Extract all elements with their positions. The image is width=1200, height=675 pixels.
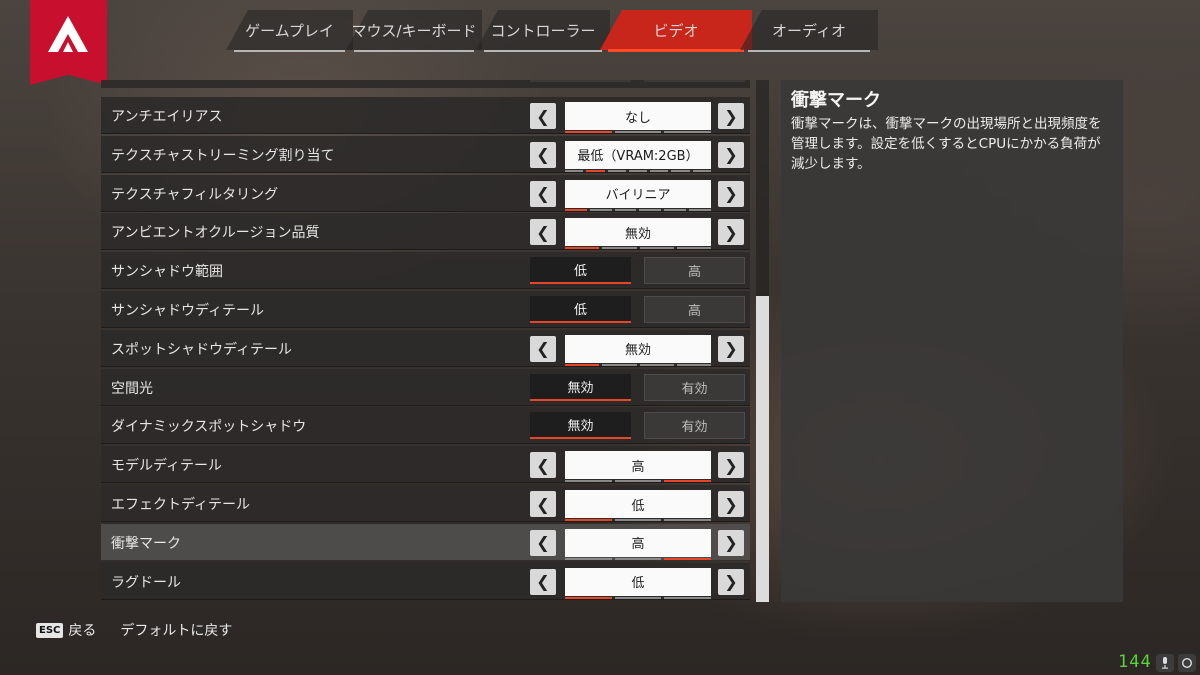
chevron-left-icon[interactable]: ❮ <box>530 491 556 517</box>
setting-row[interactable]: アンチエイリアス ❮ なし ❯ <box>101 97 750 134</box>
setting-row[interactable]: モデルディテール ❮ 高 ❯ <box>101 446 750 484</box>
chevron-right-icon[interactable]: ❯ <box>718 103 744 129</box>
setting-value: 高 <box>565 451 711 480</box>
level-indicator <box>565 519 712 521</box>
tab-audio[interactable]: オーディオ <box>740 10 878 52</box>
setting-value: 低 <box>565 490 711 518</box>
toggle-option[interactable]: 低 <box>530 257 631 285</box>
chevron-left-icon[interactable]: ❮ <box>530 141 556 168</box>
fps-counter: 144 <box>1118 652 1152 672</box>
chevron-left-icon[interactable]: ❮ <box>530 335 556 362</box>
tab-controller[interactable]: コントローラー <box>476 10 610 52</box>
level-indicator <box>565 169 711 172</box>
chevron-right-icon[interactable]: ❯ <box>718 219 744 246</box>
setting-value: 高 <box>565 528 711 557</box>
level-indicator <box>565 363 711 366</box>
chevron-left-icon[interactable]: ❮ <box>530 529 556 556</box>
toggle-option[interactable]: 低 <box>530 296 631 323</box>
setting-label: テクスチャフィルタリング <box>111 186 279 203</box>
settings-tabs: ゲームプレイ マウス/キーボード コントローラー ビデオ オーディオ <box>0 0 1200 52</box>
setting-label: テクスチャストリーミング割り当て <box>111 147 335 164</box>
chevron-right-icon[interactable]: ❯ <box>718 529 744 556</box>
level-indicator <box>565 480 712 483</box>
tab-gameplay[interactable]: ゲームプレイ <box>226 10 353 52</box>
chevron-left-icon[interactable]: ❮ <box>530 452 556 479</box>
setting-label: スポットシャドウディテール <box>111 341 293 358</box>
partially-hidden-row <box>101 80 750 88</box>
setting-label: モデルディテール <box>111 458 223 475</box>
description-title: 衝撃マーク <box>791 90 881 111</box>
scrollbar-thumb[interactable] <box>756 296 769 602</box>
footer-bar: ESC 戻る デフォルトに戻す <box>36 620 232 640</box>
toggle-option[interactable]: 高 <box>644 296 745 323</box>
setting-label: アンチエイリアス <box>111 109 223 125</box>
setting-row[interactable]: ラグドール ❮ 低 ❯ <box>101 562 750 600</box>
setting-value: 無効 <box>565 334 711 363</box>
setting-row[interactable]: 空間光 無効 有効 <box>101 368 750 406</box>
level-indicator <box>565 247 711 250</box>
chevron-right-icon[interactable]: ❯ <box>718 180 744 207</box>
setting-row[interactable]: サンシャドウディテール 低高 <box>101 291 750 328</box>
setting-description-panel: 衝撃マーク 衝撃マークは、衝撃マークの出現場所と出現頻度を管理します。設定を低く… <box>781 80 1123 602</box>
setting-value: 最低（VRAM:2GB） <box>565 140 711 169</box>
chevron-left-icon[interactable]: ❮ <box>530 180 556 207</box>
esc-key-icon: ESC <box>36 622 64 638</box>
setting-label: 衝撃マーク <box>111 535 181 552</box>
setting-value: 低 <box>565 567 711 596</box>
chevron-right-icon[interactable]: ❯ <box>718 491 744 517</box>
setting-value: なし <box>565 102 711 130</box>
chevron-right-icon[interactable]: ❯ <box>718 568 744 595</box>
setting-row[interactable]: テクスチャストリーミング割り当て ❮ 最低（VRAM:2GB） ❯ <box>101 135 750 173</box>
setting-label: エフェクトディテール <box>111 497 251 513</box>
setting-value: 無効 <box>565 218 711 247</box>
level-indicator <box>565 596 712 599</box>
video-settings-list: アンチエイリアス ❮ なし ❯ テクスチャストリーミング割り当て ❮ 最低（VRAM:2GB… <box>101 80 750 600</box>
setting-label: アンビエントオクルージョン品質 <box>111 225 320 242</box>
setting-row[interactable]: 衝撃マーク ❮ 高 ❯ <box>101 523 750 561</box>
setting-value: バイリニア <box>565 179 711 208</box>
refresh-icon <box>1178 654 1196 672</box>
restore-defaults-button[interactable]: デフォルトに戻す <box>120 620 232 640</box>
chevron-right-icon[interactable]: ❯ <box>718 452 744 479</box>
level-indicator <box>565 208 711 211</box>
chevron-left-icon[interactable]: ❮ <box>530 568 556 595</box>
level-indicator <box>565 131 712 133</box>
toggle-option[interactable]: 有効 <box>644 412 745 440</box>
level-indicator <box>565 557 712 560</box>
toggle-option[interactable]: 無効 <box>530 412 631 440</box>
description-text: 衝撃マークは、衝撃マークの出現場所と出現頻度を管理します。設定を低くするとCPU… <box>791 116 1102 172</box>
microphone-icon <box>1156 654 1174 672</box>
setting-row[interactable]: サンシャドウ範囲 低高 <box>101 252 750 290</box>
toggle-option[interactable]: 有効 <box>644 373 745 401</box>
setting-row[interactable]: スポットシャドウディテール ❮ 無効 ❯ <box>101 329 750 367</box>
tab-mouse-keyboard[interactable]: マウス/キーボード <box>346 10 482 52</box>
tab-video[interactable]: ビデオ <box>600 10 752 52</box>
setting-label: ラグドール <box>111 574 181 591</box>
setting-row[interactable]: テクスチャフィルタリング ❮ バイリニア ❯ <box>101 174 750 212</box>
setting-label: サンシャドウ範囲 <box>111 264 223 281</box>
chevron-left-icon[interactable]: ❮ <box>530 103 556 129</box>
setting-row[interactable]: ダイナミックスポットシャドウ 無効 有効 <box>101 407 750 445</box>
setting-label: 空間光 <box>111 380 153 397</box>
toggle-option[interactable]: 高 <box>644 257 745 285</box>
chevron-right-icon[interactable]: ❯ <box>718 335 744 362</box>
setting-row[interactable]: エフェクトディテール ❮ 低 ❯ <box>101 485 750 522</box>
chevron-right-icon[interactable]: ❯ <box>718 141 744 168</box>
setting-row[interactable]: アンビエントオクルージョン品質 ❮ 無効 ❯ <box>101 213 750 251</box>
chevron-left-icon[interactable]: ❮ <box>530 219 556 246</box>
setting-label: ダイナミックスポットシャドウ <box>111 419 307 436</box>
back-button[interactable]: 戻る <box>68 620 96 640</box>
setting-label: サンシャドウディテール <box>111 303 265 319</box>
toggle-option[interactable]: 無効 <box>530 373 631 401</box>
